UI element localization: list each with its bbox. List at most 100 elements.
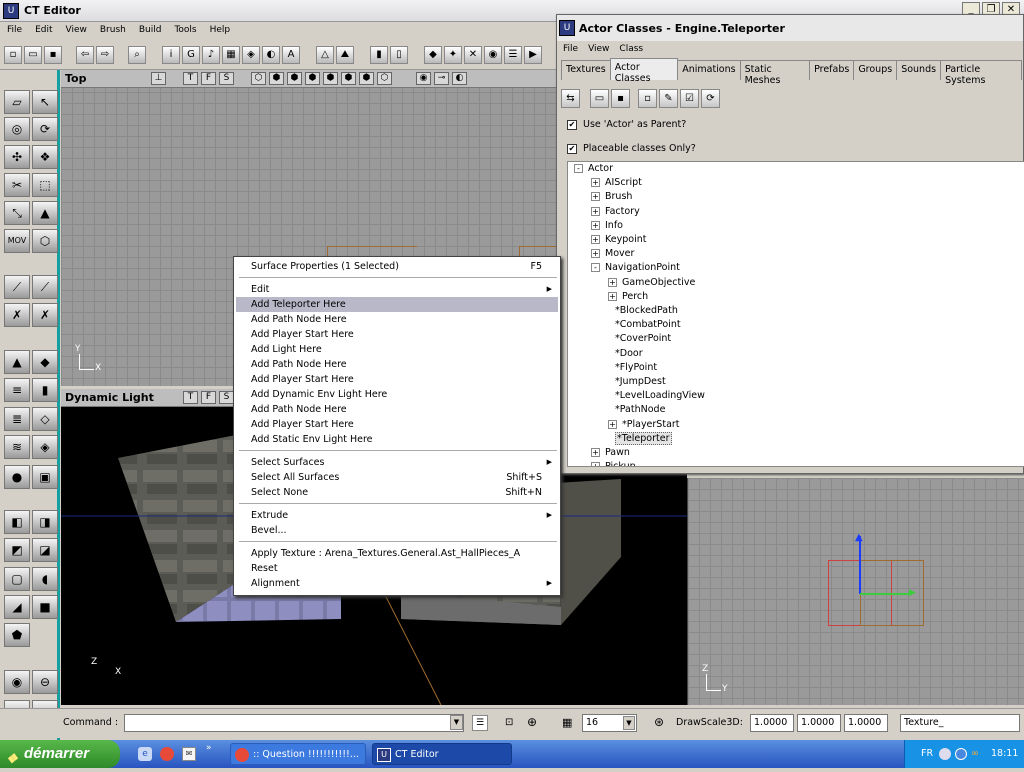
context-menu-item[interactable]: Add Player Start Here	[236, 417, 558, 432]
tab-prefabs[interactable]: Prefabs	[809, 60, 855, 80]
tree-node[interactable]: - Actor	[574, 162, 613, 176]
class-tree[interactable]: - Actor + AIScript + Brush + Factory + Info + Keypo…	[567, 161, 1024, 467]
show-selected-icon[interactable]: ◉	[4, 670, 30, 694]
build-lighting-icon[interactable]: ✦	[444, 46, 462, 64]
command-input[interactable]	[124, 714, 464, 732]
collapse-icon[interactable]: -	[591, 263, 600, 273]
cone-brush-icon[interactable]: ▲	[4, 350, 30, 374]
texture-usage-icon[interactable]: ⬢	[287, 72, 302, 85]
view-top-button[interactable]: T	[183, 72, 198, 85]
expand-icon[interactable]: +	[591, 192, 600, 202]
eye-icon[interactable]: ◉	[416, 72, 431, 85]
tree-node[interactable]: + Keypoint	[591, 233, 646, 247]
build-geometry-icon[interactable]: ◆	[424, 46, 442, 64]
context-menu-item[interactable]: Select None Shift+N	[236, 485, 558, 500]
camera-move-icon[interactable]: ▱	[4, 90, 30, 114]
dynamic-light-icon[interactable]: ⬢	[323, 72, 338, 85]
side-viewport[interactable]: ▲ ▶ Z Y	[687, 478, 1024, 705]
tree-node[interactable]: + Pawn	[591, 446, 630, 460]
terrain-brush-icon[interactable]: ▣	[32, 465, 58, 489]
play-level-icon[interactable]: ▶	[524, 46, 542, 64]
expand-icon[interactable]: +	[591, 448, 600, 457]
hide-selected-icon[interactable]: ⊖	[32, 670, 58, 694]
use-actor-parent-option[interactable]: ✔ Use 'Actor' as Parent?	[567, 119, 686, 130]
rotate-icon[interactable]: ⟳	[32, 117, 58, 141]
line-tool-icon[interactable]: ⟋	[4, 275, 30, 299]
animation-browser-icon[interactable]: ◐	[262, 46, 280, 64]
tree-node[interactable]: + AIScript	[591, 176, 642, 190]
line-tool-red-icon[interactable]: ⟋	[32, 275, 58, 299]
messenger-icon[interactable]: ∞	[971, 740, 979, 768]
view-side-button[interactable]: S	[219, 391, 234, 404]
tree-node[interactable]: + Perch	[608, 290, 648, 304]
tree-node[interactable]: + *PlayerStart	[608, 418, 680, 432]
ie-icon[interactable]: e	[138, 747, 152, 761]
ac-menu-file[interactable]: File	[563, 44, 578, 54]
view-front-button[interactable]: F	[201, 72, 216, 85]
shield-icon[interactable]: ⬟	[4, 623, 30, 647]
new-class-icon[interactable]: ▫	[638, 89, 657, 108]
tab-textures[interactable]: Textures	[561, 60, 611, 80]
taskbar-item-question[interactable]: :: Question !!!!!!!!!!!...	[230, 743, 366, 765]
context-menu-item[interactable]: Select Surfaces ▶	[236, 455, 558, 470]
open-folder-icon[interactable]: ▭	[24, 46, 42, 64]
cube-brush-icon[interactable]: ⬡	[32, 229, 58, 253]
csg-subtract-icon[interactable]: ◨	[32, 510, 58, 534]
mesh-browser-icon[interactable]: ◈	[242, 46, 260, 64]
expand-icon[interactable]: +	[591, 220, 600, 230]
menu-file[interactable]: File	[7, 25, 22, 36]
sheet-brush-icon[interactable]: ◇	[32, 407, 58, 431]
menu-build[interactable]: Build	[139, 25, 162, 36]
collapse-icon[interactable]: -	[574, 164, 583, 173]
tab-actor-classes[interactable]: Actor Classes	[609, 58, 679, 84]
open-folder-icon[interactable]: ▭	[590, 89, 609, 108]
terrain-icon[interactable]: ⛰	[336, 46, 354, 64]
context-menu-item[interactable]: Add Static Env Light Here	[236, 432, 558, 447]
tab-animations[interactable]: Animations	[677, 60, 741, 80]
scale-icon[interactable]: ◎	[4, 117, 30, 141]
matinee-icon[interactable]: ▮	[370, 46, 388, 64]
pivot-snap-icon[interactable]: ⊕	[527, 715, 537, 729]
save-icon[interactable]: ▪	[44, 46, 62, 64]
add-mover-icon[interactable]: ▢	[4, 567, 30, 591]
context-menu-item[interactable]: Bevel...	[236, 523, 558, 538]
build-paths-icon[interactable]: ✕	[464, 46, 482, 64]
stairs-brush-icon[interactable]: ≡	[4, 378, 30, 402]
expand-icon[interactable]: +	[591, 235, 600, 244]
email-icon[interactable]: ✉	[182, 747, 196, 761]
texture-browser-icon[interactable]: ▦	[222, 46, 240, 64]
view-side-button[interactable]: S	[219, 72, 234, 85]
more-icon[interactable]: »	[206, 743, 212, 753]
tab-groups[interactable]: Groups	[853, 60, 898, 80]
depth-complexity-icon[interactable]: ⬢	[359, 72, 374, 85]
tree-node[interactable]: *BlockedPath	[608, 304, 678, 318]
tree-node[interactable]: *FlyPoint	[608, 361, 657, 375]
viewport-menu-icon[interactable]: ⊥	[151, 72, 166, 85]
refresh-icon[interactable]: ⟳	[701, 89, 720, 108]
command-dropdown-icon[interactable]: ▼	[450, 715, 463, 730]
ac-menu-class[interactable]: Class	[619, 44, 643, 54]
zones-icon[interactable]: ⬢	[269, 72, 284, 85]
sound-browser-icon[interactable]: ♪	[202, 46, 220, 64]
use-actor-parent-checkbox[interactable]: ✔	[567, 119, 577, 130]
move-icon[interactable]: ✣	[4, 145, 30, 169]
drawscale-y-input[interactable]: 1.0000	[797, 714, 841, 732]
tree-node[interactable]: + GameObjective	[608, 276, 695, 290]
context-menu-item[interactable]: Add Player Start Here	[236, 327, 558, 342]
texture-pan-icon[interactable]: ⤡	[4, 201, 30, 225]
dock-icon[interactable]: ⇆	[561, 89, 580, 108]
start-button[interactable]: ❖ démarrer	[0, 740, 120, 768]
menu-edit[interactable]: Edit	[35, 25, 52, 36]
menu-view[interactable]: View	[66, 25, 87, 36]
log-icon[interactable]: ☰	[472, 715, 488, 731]
tree-node[interactable]: + Factory	[591, 205, 640, 219]
tree-node[interactable]: + Brush	[591, 190, 632, 204]
network-icon[interactable]	[955, 748, 967, 760]
expand-icon[interactable]: +	[591, 178, 600, 188]
undo-icon[interactable]: ⇦	[76, 46, 94, 64]
tree-node[interactable]: *Teleporter	[608, 431, 672, 446]
context-menu-item[interactable]: Add Player Start Here	[236, 372, 558, 387]
terrain-edit-icon[interactable]: ▲	[32, 201, 58, 225]
context-menu-item[interactable]: Apply Texture : Arena_Textures.General.A…	[236, 546, 558, 561]
knife-icon[interactable]: ✗	[4, 303, 30, 327]
